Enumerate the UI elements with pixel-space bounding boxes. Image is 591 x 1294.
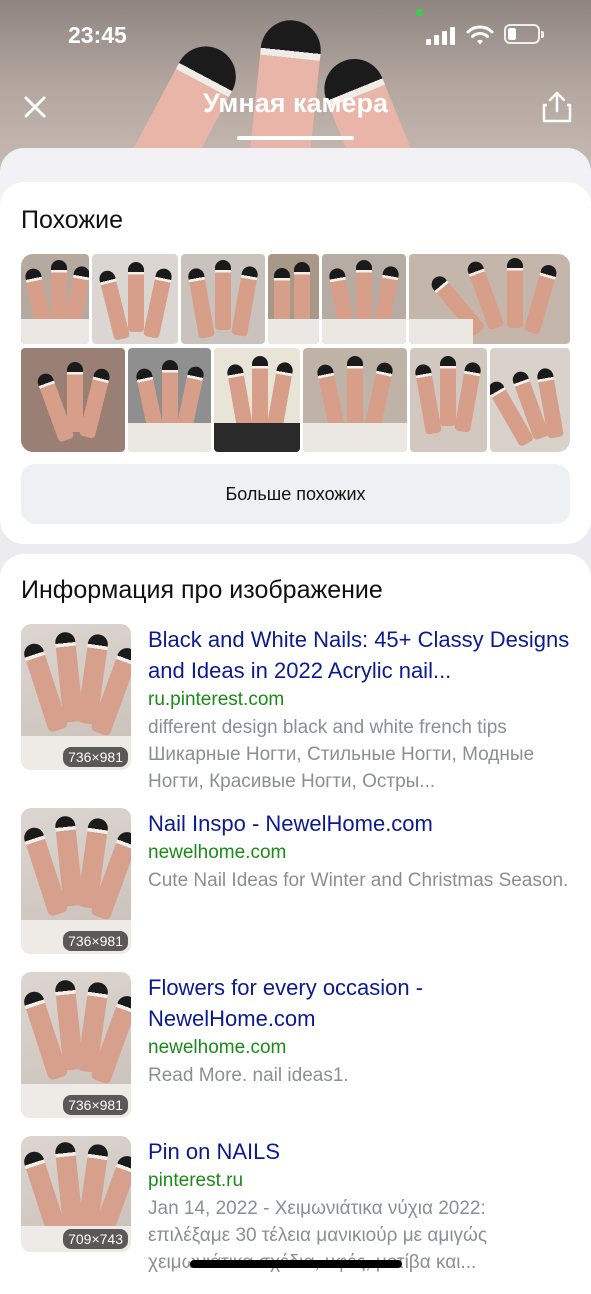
wifi-icon [466, 25, 494, 45]
section-title-similar: Похожие [21, 206, 124, 234]
result-description: Read More. nail ideas1. [148, 1065, 349, 1086]
camera-indicator-dot [416, 9, 423, 16]
similar-thumbnail[interactable] [322, 254, 406, 344]
similar-thumbnail[interactable] [128, 348, 211, 452]
image-size-badge: 709×743 [63, 1229, 128, 1249]
result-thumbnail[interactable]: 736×981 [21, 972, 131, 1118]
more-similar-button[interactable]: Больше похожих [21, 464, 570, 524]
status-time: 23:45 [68, 22, 127, 48]
result-description: different design black and white french … [148, 717, 535, 792]
cellular-signal-icon [426, 27, 456, 45]
result-host[interactable]: ru.pinterest.com [148, 686, 571, 714]
title-underline [237, 136, 354, 140]
similar-thumbnail[interactable] [409, 254, 570, 344]
image-size-badge: 736×981 [63, 931, 128, 951]
result-title-link[interactable]: Flowers for every occasion - NewelHome.c… [148, 972, 571, 1034]
similar-thumbnail[interactable] [92, 254, 178, 344]
result-description: Cute Nail Ideas for Winter and Christmas… [148, 870, 569, 891]
result-title-link[interactable]: Pin on NAILS [148, 1136, 571, 1167]
result-thumbnail[interactable]: 709×743 [21, 1136, 131, 1252]
battery-icon [504, 24, 544, 44]
result-host[interactable]: newelhome.com [148, 839, 571, 867]
similar-images-card: Похожие Больше похожих [0, 182, 591, 544]
result-title-link[interactable]: Black and White Nails: 45+ Classy Design… [148, 624, 571, 686]
result-title-link[interactable]: Nail Inspo - NewelHome.com [148, 808, 571, 839]
result-thumbnail[interactable]: 736×981 [21, 624, 131, 770]
result-thumbnail[interactable]: 736×981 [21, 808, 131, 954]
similar-thumbnail[interactable] [268, 254, 319, 344]
similar-thumbnail[interactable] [21, 254, 89, 344]
result-host[interactable]: pinterest.ru [148, 1167, 571, 1195]
home-indicator[interactable] [190, 1260, 402, 1268]
status-bar: 23:45 [0, 0, 591, 70]
image-size-badge: 736×981 [63, 747, 128, 767]
page-title: Умная камера [202, 88, 389, 118]
similar-thumbnail[interactable] [490, 348, 570, 452]
result-host[interactable]: newelhome.com [148, 1034, 571, 1062]
similar-thumbnail[interactable] [303, 348, 407, 452]
similar-thumbnail[interactable] [181, 254, 265, 344]
image-info-card: Информация про изображение 736×981 Black… [0, 554, 591, 1294]
section-title-info: Информация про изображение [21, 576, 383, 604]
similar-thumbnail[interactable] [21, 348, 125, 452]
similar-thumbnail[interactable] [410, 348, 487, 452]
image-size-badge: 736×981 [63, 1095, 128, 1115]
share-icon[interactable] [540, 90, 574, 124]
similar-thumbnail[interactable] [214, 348, 300, 452]
